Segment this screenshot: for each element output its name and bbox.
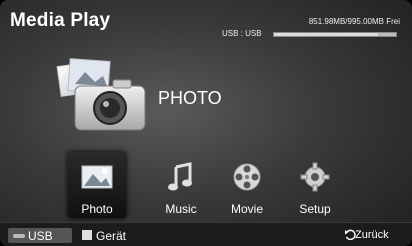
menu-item-setup[interactable]: Setup: [286, 152, 344, 218]
menu-label-music: Music: [165, 202, 197, 216]
menu-label-setup: Setup: [299, 202, 331, 216]
footer-bar: USB Gerät Zurück: [0, 222, 412, 246]
device-color-key-icon[interactable]: [82, 230, 92, 240]
back-label[interactable]: Zurück: [355, 229, 389, 241]
menu-label-movie: Movie: [230, 202, 263, 216]
menu-label-photo: Photo: [81, 202, 113, 216]
usb-key-icon: [13, 234, 25, 238]
menu-item-photo[interactable]: Photo: [68, 152, 126, 218]
media-play-screen: Media Play 851.98MB/995.00MB Frei USB : …: [0, 0, 412, 246]
menu-item-music[interactable]: Music: [152, 152, 210, 218]
app-title: Media Play: [10, 10, 111, 31]
media-menu: Photo Music Movie Setup: [68, 152, 348, 220]
camera-photos-icon: [56, 58, 146, 131]
device-label[interactable]: Gerät: [96, 229, 126, 243]
storage-bar: [273, 32, 397, 37]
usb-source-label: USB: [28, 229, 53, 243]
film-reel-icon: [233, 163, 261, 191]
usb-source-button[interactable]: USB: [8, 228, 72, 243]
music-note-icon: [168, 162, 192, 191]
photo-icon: [81, 165, 113, 189]
menu-item-movie[interactable]: Movie: [218, 152, 276, 218]
storage-bar-fill: [274, 33, 379, 36]
gear-icon: [300, 162, 330, 192]
source-label: USB : USB: [222, 29, 262, 38]
hero-label: PHOTO: [158, 88, 222, 108]
storage-usage-text: 851.98MB/995.00MB Frei: [308, 17, 400, 26]
